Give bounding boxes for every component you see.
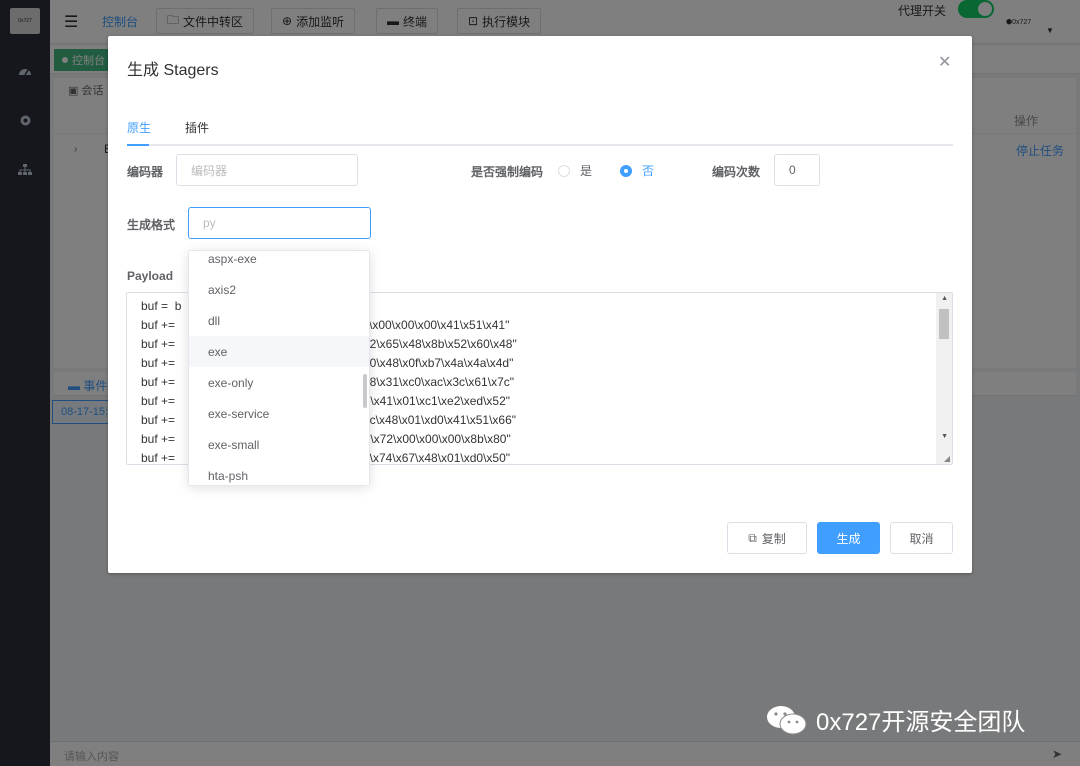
payload-bytes: x20\x48\x0f\xb7\x4a\x4a\x4d" (357, 356, 514, 370)
watermark: 0x727开源安全团队 (766, 702, 1025, 737)
copy-icon: ⧉ (748, 530, 757, 545)
payload-line: buf += (141, 375, 176, 389)
payload-line: buf += (141, 451, 176, 465)
format-label: 生成格式 (127, 218, 176, 232)
format-option-axis2[interactable]: axis2 (189, 274, 369, 305)
payload-scrollbar[interactable]: ▲ ▼ (936, 293, 952, 464)
payload-line: buf += (141, 318, 176, 332)
encoder-select[interactable]: 编码器 (176, 154, 358, 186)
payload-label: Payload (127, 269, 174, 283)
cancel-button[interactable]: 取消 (890, 522, 953, 554)
payload-bytes: cc\x00\x00\x00\x41\x51\x41" (357, 318, 510, 332)
scroll-thumb[interactable] (939, 309, 949, 339)
encoder-label: 编码器 (127, 165, 164, 179)
payload-bytes: c0\x74\x67\x48\x01\xd0\x50" (357, 451, 511, 465)
payload-line: buf += (141, 394, 176, 408)
resize-handle-icon[interactable]: ◢ (944, 454, 950, 463)
format-option-exe-service[interactable]: exe-service (189, 398, 369, 429)
dialog-title: 生成 Stagers (127, 62, 219, 79)
payload-bytes: 0d\x41\x01\xc1\xe2\xed\x52" (357, 394, 511, 408)
force-yes-radio[interactable]: 是 (558, 162, 592, 179)
payload-bytes: xd2\x65\x48\x8b\x52\x60\x48" (357, 337, 517, 351)
payload-bytes: x3c\x48\x01\xd0\x41\x51\x66" (357, 413, 517, 427)
scroll-down-icon[interactable]: ▼ (941, 433, 948, 440)
encoder-placeholder: 编码器 (191, 163, 228, 178)
dropdown-scrollbar[interactable] (363, 374, 367, 408)
tab-native[interactable]: 原生 (127, 119, 151, 136)
payload-line: buf = b (141, 299, 182, 313)
format-option-dll[interactable]: dll (189, 305, 369, 336)
payload-bytes: x48\x31\xc0\xac\x3c\x61\x7c" (357, 375, 515, 389)
format-option-exe-small[interactable]: exe-small (189, 429, 369, 460)
payload-line: buf += (141, 413, 176, 427)
payload-line: buf += (141, 432, 176, 446)
format-dropdown: aspx-exe axis2 dll exe exe-only exe-serv… (188, 250, 370, 486)
close-icon[interactable]: ✕ (938, 52, 951, 72)
format-option-hta-psh[interactable]: hta-psh (189, 460, 369, 485)
format-option-exe-only[interactable]: exe-only (189, 367, 369, 398)
format-select[interactable]: py (188, 207, 371, 239)
force-encode-label: 是否强制编码 (471, 165, 544, 179)
format-option-exe[interactable]: exe (189, 336, 369, 367)
tab-divider (127, 144, 953, 146)
payload-line: buf += (141, 356, 176, 370)
copy-button[interactable]: ⧉ 复制 (727, 522, 807, 554)
payload-bytes: 85\x72\x00\x00\x00\x8b\x80" (357, 432, 511, 446)
encode-count-input[interactable]: 0 (774, 154, 820, 186)
wechat-icon (766, 704, 808, 736)
payload-line: buf += (141, 337, 176, 351)
watermark-text: 0x727开源安全团队 (816, 709, 1026, 736)
force-no-radio[interactable]: 否 (620, 162, 654, 179)
format-option-aspx-exe[interactable]: aspx-exe (189, 251, 369, 274)
radio-circle-icon (558, 164, 570, 177)
radio-checked-icon (620, 164, 632, 177)
encode-count-label: 编码次数 (712, 165, 761, 179)
tab-active-indicator (127, 144, 149, 146)
scroll-up-icon[interactable]: ▲ (941, 295, 948, 302)
generate-button[interactable]: 生成 (817, 522, 880, 554)
format-placeholder: py (203, 216, 216, 230)
tab-plugin[interactable]: 插件 (185, 119, 209, 136)
